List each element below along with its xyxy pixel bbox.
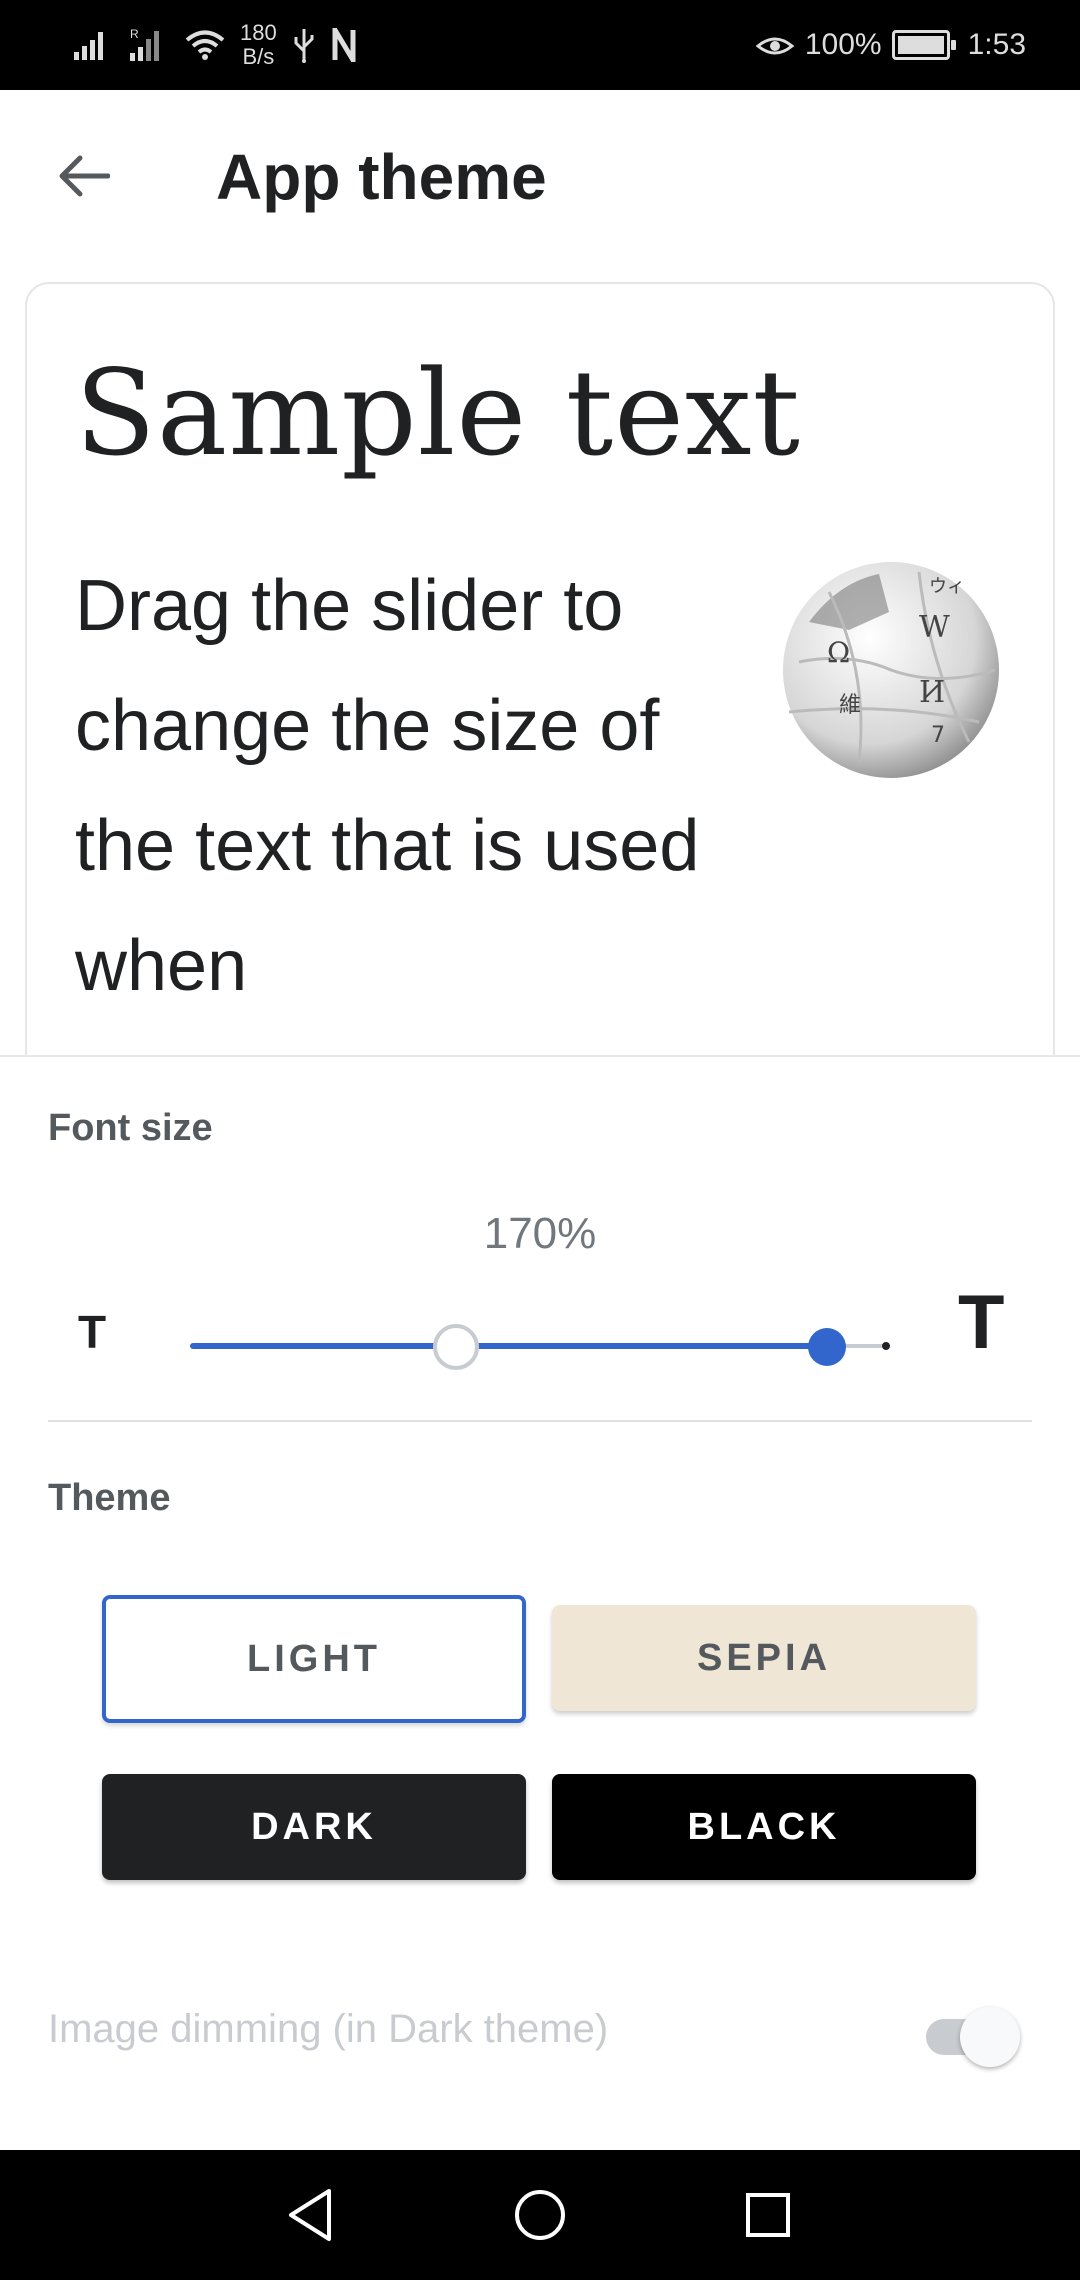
network-speed-unit: B/s bbox=[242, 44, 275, 69]
status-bar: R 180 B/s 100% 1:53 bbox=[0, 0, 1080, 90]
divider bbox=[48, 1420, 1032, 1422]
status-right: 100% 1:53 bbox=[755, 18, 1026, 72]
battery-icon bbox=[891, 30, 956, 60]
image-dimming-toggle[interactable] bbox=[922, 1999, 1022, 2069]
usb-icon bbox=[294, 29, 314, 63]
battery-percentage: 100% bbox=[804, 28, 882, 61]
svg-text:ウィ: ウィ bbox=[929, 576, 965, 597]
theme-black-button[interactable]: BLACK bbox=[552, 1774, 976, 1880]
nav-recents-icon bbox=[746, 2193, 790, 2237]
svg-text:7: 7 bbox=[931, 723, 945, 748]
text-preview-card: Sample text Drag the slider to change th… bbox=[25, 282, 1055, 1082]
network-speed: 180 B/s bbox=[240, 21, 277, 69]
arrow-left-icon bbox=[59, 155, 110, 197]
theme-dark-button[interactable]: DARK bbox=[102, 1774, 526, 1880]
font-size-label: Font size bbox=[48, 1107, 213, 1149]
nav-back-button[interactable] bbox=[270, 2180, 350, 2250]
font-size-value: 170% bbox=[483, 1209, 597, 1258]
slider-thumb[interactable] bbox=[808, 1328, 846, 1366]
theme-light-button[interactable]: LIGHT bbox=[102, 1595, 526, 1723]
font-size-slider[interactable] bbox=[190, 1317, 890, 1377]
clock: 1:53 bbox=[967, 28, 1026, 61]
decrease-font-button[interactable]: T bbox=[78, 1305, 106, 1359]
theme-label: Theme bbox=[48, 1477, 171, 1519]
svg-text:維: 維 bbox=[839, 693, 861, 718]
svg-text:R: R bbox=[130, 27, 139, 41]
page-title: App theme bbox=[216, 141, 547, 213]
slider-end-tick bbox=[882, 1342, 890, 1350]
svg-text:Ω: Ω bbox=[827, 636, 850, 669]
nav-recents-button[interactable] bbox=[728, 2180, 808, 2250]
wikipedia-globe-logo: W Ω И 維 ウィ 7 bbox=[783, 562, 999, 778]
toggle-knob bbox=[960, 2007, 1020, 2067]
signal-icon bbox=[74, 32, 103, 60]
slider-track-active bbox=[190, 1343, 827, 1349]
nav-home-button[interactable] bbox=[500, 2180, 580, 2250]
theme-sepia-button[interactable]: SEPIA bbox=[552, 1605, 976, 1711]
n-icon bbox=[332, 28, 356, 62]
system-nav-bar bbox=[0, 2150, 1080, 2280]
status-left: R 180 B/s bbox=[72, 18, 357, 72]
nav-home-icon bbox=[515, 2190, 565, 2240]
slider-default-marker bbox=[433, 1324, 479, 1370]
svg-text:W: W bbox=[919, 610, 950, 645]
nav-back-icon bbox=[289, 2189, 331, 2241]
network-speed-value: 180 bbox=[240, 20, 277, 45]
eye-comfort-icon bbox=[755, 37, 795, 55]
app-bar: App theme bbox=[0, 90, 1080, 262]
back-button[interactable] bbox=[44, 136, 124, 216]
signal-roaming-icon: R bbox=[130, 27, 159, 61]
sample-body: Drag the slider to change the size of th… bbox=[75, 566, 700, 1006]
svg-text:И: И bbox=[919, 675, 945, 710]
settings-sheet: Font size 170% T T Theme LIGHT SEPIA DAR… bbox=[0, 1055, 1080, 2150]
image-dimming-label: Image dimming (in Dark theme) bbox=[48, 2007, 609, 2051]
wifi-icon bbox=[185, 30, 225, 60]
increase-font-button[interactable]: T bbox=[958, 1279, 1004, 1366]
sample-title: Sample text bbox=[75, 344, 801, 482]
